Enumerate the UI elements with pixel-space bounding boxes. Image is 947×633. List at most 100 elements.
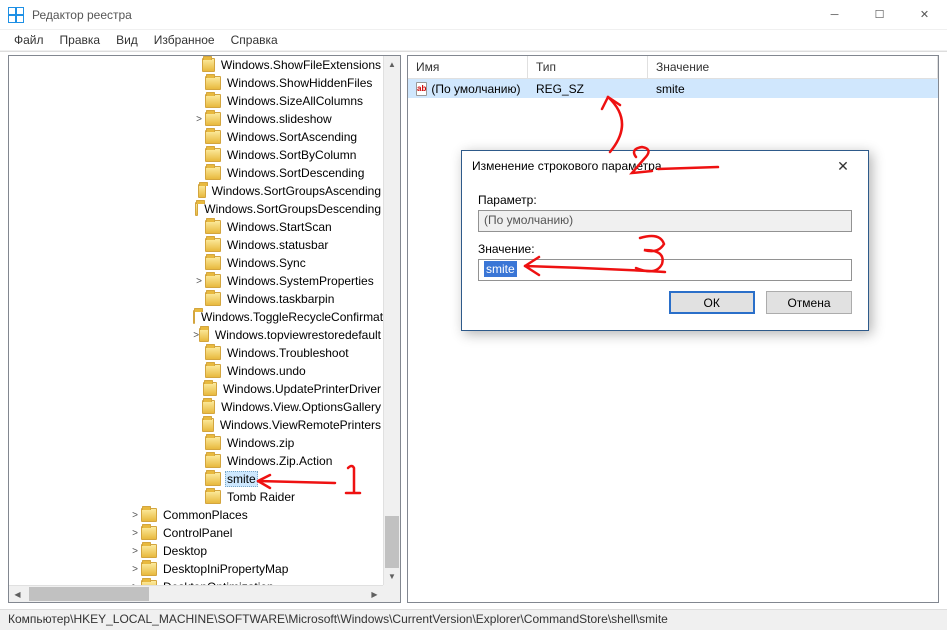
folder-icon [205, 346, 221, 360]
app-icon [8, 7, 24, 23]
tree-item[interactable]: > Desktop [9, 542, 383, 560]
tree-item[interactable]: Windows.Troubleshoot [9, 344, 383, 362]
expand-icon[interactable]: > [193, 276, 205, 287]
col-type[interactable]: Тип [528, 56, 648, 78]
folder-icon [205, 256, 221, 270]
tree-item[interactable]: Windows.UpdatePrinterDriver [9, 380, 383, 398]
tree-item-label: Windows.StartScan [225, 220, 334, 234]
col-name[interactable]: Имя [408, 56, 528, 78]
tree-item-label: Windows.SortDescending [225, 166, 366, 180]
menu-help[interactable]: Справка [223, 31, 286, 49]
expand-icon[interactable]: > [129, 546, 141, 557]
tree-item-label: Windows.undo [225, 364, 308, 378]
tree-item-label: Windows.Troubleshoot [225, 346, 351, 360]
tree-item-label: Windows.View.OptionsGallery [219, 400, 383, 414]
tree-horizontal-scrollbar[interactable]: ◀ ▶ [9, 585, 383, 602]
tree-item-label: Windows.ToggleRecycleConfirmations [199, 310, 383, 324]
value-label: Значение: [478, 242, 852, 256]
folder-icon [141, 544, 157, 558]
tree-hscroll-thumb[interactable] [29, 587, 149, 601]
values-header: Имя Тип Значение [408, 56, 938, 79]
ok-button[interactable]: ОК [669, 291, 755, 314]
dialog-title: Изменение строкового параметра [472, 159, 828, 173]
tree-item[interactable]: Windows.StartScan [9, 218, 383, 236]
expand-icon[interactable]: > [129, 564, 141, 575]
tree-item[interactable]: Windows.SortGroupsDescending [9, 200, 383, 218]
dialog-close-button[interactable]: ✕ [828, 151, 858, 181]
value-field[interactable]: smite [478, 259, 852, 281]
value-row-default[interactable]: ab (По умолчанию) REG_SZ smite [408, 79, 938, 98]
menu-edit[interactable]: Правка [52, 31, 109, 49]
menu-file[interactable]: Файл [6, 31, 52, 49]
tree-item[interactable]: >Windows.slideshow [9, 110, 383, 128]
tree-item-label: Windows.SortByColumn [225, 148, 358, 162]
folder-icon [202, 418, 214, 432]
value-name: (По умолчанию) [431, 82, 520, 96]
tree-item[interactable]: >Windows.SystemProperties [9, 272, 383, 290]
folder-icon [205, 436, 221, 450]
tree-item[interactable]: Windows.statusbar [9, 236, 383, 254]
tree-item-label: ControlPanel [161, 526, 234, 540]
tree-item[interactable]: Windows.SortDescending [9, 164, 383, 182]
tree-item[interactable]: Windows.ShowFileExtensions [9, 56, 383, 74]
folder-icon [193, 310, 195, 324]
tree-item[interactable]: Tomb Raider [9, 488, 383, 506]
close-button[interactable]: ✕ [902, 0, 947, 30]
tree-item[interactable]: > ControlPanel [9, 524, 383, 542]
folder-icon [203, 382, 217, 396]
folder-icon [202, 400, 215, 414]
minimize-button[interactable]: ─ [812, 0, 857, 30]
tree-item[interactable]: Windows.View.OptionsGallery [9, 398, 383, 416]
expand-icon[interactable]: > [193, 114, 205, 125]
tree-item-label: Windows.taskbarpin [225, 292, 336, 306]
expand-icon[interactable]: > [129, 510, 141, 521]
tree-item[interactable]: >Windows.topviewrestoredefault [9, 326, 383, 344]
tree-item-label: Windows.Zip.Action [225, 454, 334, 468]
folder-icon [205, 166, 221, 180]
tree-item-label: Windows.UpdatePrinterDriver [221, 382, 383, 396]
menu-view[interactable]: Вид [108, 31, 146, 49]
tree-item[interactable]: Windows.SortByColumn [9, 146, 383, 164]
tree-item-label: CommonPlaces [161, 508, 250, 522]
tree-item[interactable]: Windows.zip [9, 434, 383, 452]
tree-item[interactable]: Windows.Zip.Action [9, 452, 383, 470]
tree-item-label: Desktop [161, 544, 209, 558]
tree-item[interactable]: > CommonPlaces [9, 506, 383, 524]
value-data: smite [648, 82, 938, 96]
tree-item-label: smite [225, 471, 258, 487]
tree-item[interactable]: Windows.ToggleRecycleConfirmations [9, 308, 383, 326]
folder-icon [202, 58, 215, 72]
cancel-button[interactable]: Отмена [766, 291, 852, 314]
tree-item[interactable]: Windows.SizeAllColumns [9, 92, 383, 110]
folder-icon [205, 490, 221, 504]
tree-item[interactable]: Windows.Sync [9, 254, 383, 272]
tree-item[interactable]: Windows.ShowHiddenFiles [9, 74, 383, 92]
col-value[interactable]: Значение [648, 56, 938, 78]
menu-favorites[interactable]: Избранное [146, 31, 223, 49]
expand-icon[interactable]: > [129, 528, 141, 539]
folder-icon [141, 562, 157, 576]
folder-icon [205, 454, 221, 468]
tree-vertical-scrollbar[interactable]: ▲ ▼ [383, 56, 400, 585]
tree-item-label: Windows.SortGroupsDescending [202, 202, 383, 216]
tree-item-label: Windows.SortGroupsAscending [210, 184, 383, 198]
tree-item[interactable]: Windows.SortAscending [9, 128, 383, 146]
tree-item[interactable]: >DesktopOptimization [9, 578, 383, 585]
tree-item[interactable]: >DesktopIniPropertyMap [9, 560, 383, 578]
tree-item[interactable]: smite [9, 470, 383, 488]
value-input-text[interactable]: smite [484, 261, 517, 277]
tree-item[interactable]: Windows.SortGroupsAscending [9, 182, 383, 200]
window-title: Редактор реестра [32, 8, 812, 22]
folder-icon [205, 292, 221, 306]
folder-icon [205, 130, 221, 144]
tree-item-label: Windows.SortAscending [225, 130, 359, 144]
param-label: Параметр: [478, 193, 852, 207]
folder-icon [198, 184, 206, 198]
tree-item[interactable]: Windows.ViewRemotePrinters [9, 416, 383, 434]
maximize-button[interactable]: ☐ [857, 0, 902, 30]
tree-item-label: Tomb Raider [225, 490, 297, 504]
tree-item-label: Windows.Sync [225, 256, 308, 270]
tree-item[interactable]: Windows.undo [9, 362, 383, 380]
tree-item[interactable]: Windows.taskbarpin [9, 290, 383, 308]
folder-icon [205, 472, 221, 486]
